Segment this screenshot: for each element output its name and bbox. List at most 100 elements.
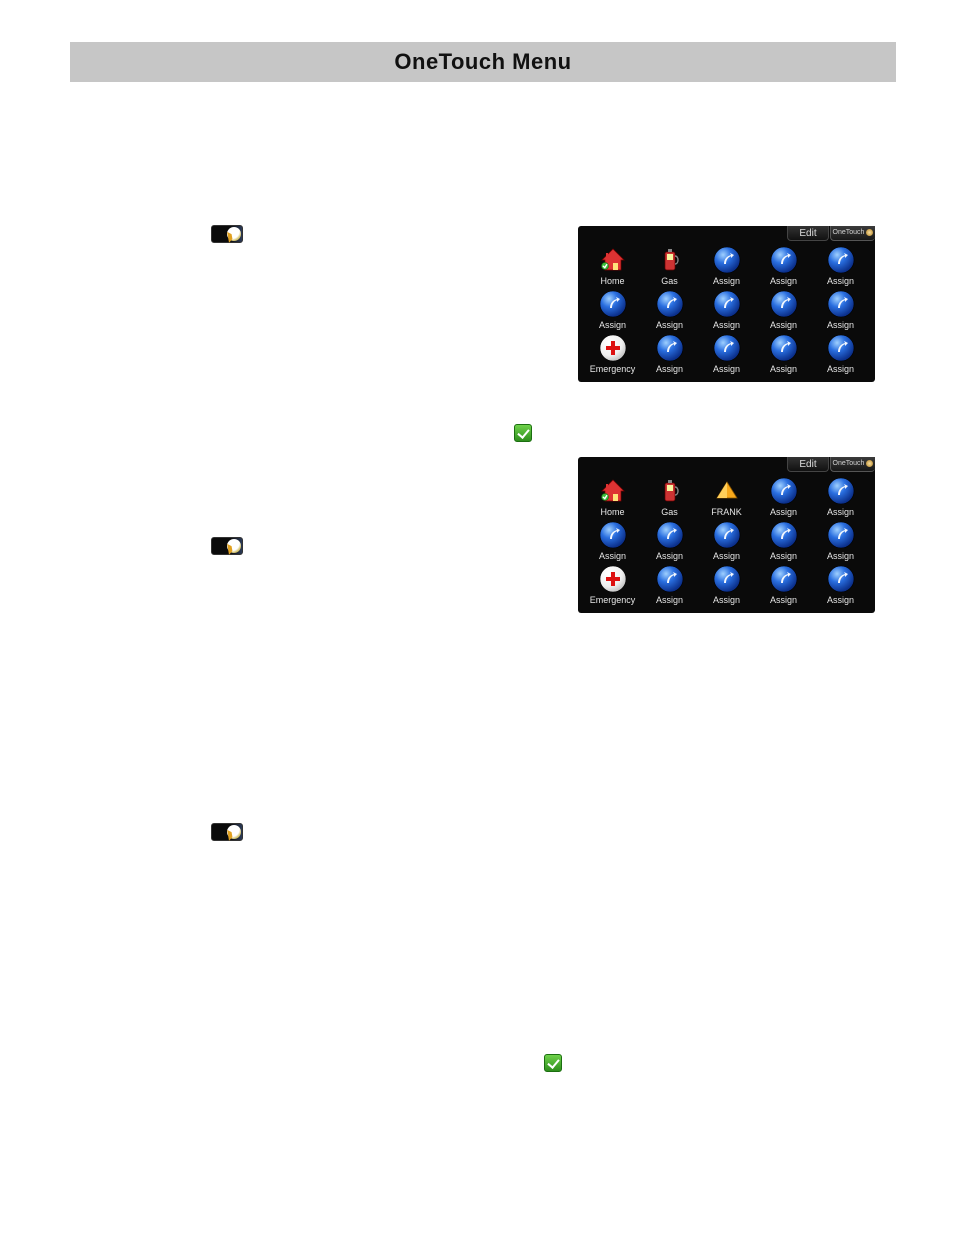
assign-icon xyxy=(770,521,798,549)
onetouch-mini-icon xyxy=(866,229,873,236)
assign-icon xyxy=(713,334,741,362)
assign-icon xyxy=(656,290,684,318)
grid-cell-label: Assign xyxy=(812,276,869,286)
device-top-bar: Edit OneTouch xyxy=(578,226,875,244)
grid-cell-label: Emergency xyxy=(584,595,641,605)
grid-cell-assign[interactable]: Assign xyxy=(755,477,812,517)
assign-icon xyxy=(770,334,798,362)
grid-cell-label: Assign xyxy=(755,364,812,374)
assign-icon xyxy=(827,521,855,549)
tab-onetouch-label: OneTouch xyxy=(833,229,865,236)
grid-cell-assign[interactable]: Assign xyxy=(641,334,698,374)
gas-icon xyxy=(656,477,684,505)
grid-cell-label: Assign xyxy=(812,507,869,517)
tab-edit[interactable]: Edit xyxy=(787,226,829,241)
frank-icon xyxy=(713,477,741,505)
grid-cell-assign[interactable]: Assign xyxy=(755,565,812,605)
grid-cell-assign[interactable]: Assign xyxy=(812,477,869,517)
assign-icon xyxy=(656,521,684,549)
grid-cell-emerg[interactable]: Emergency xyxy=(584,334,641,374)
grid-cell-label: Emergency xyxy=(584,364,641,374)
grid-cell-label: Assign xyxy=(755,595,812,605)
grid-cell-label: Assign xyxy=(584,551,641,561)
tab-onetouch[interactable]: OneTouch xyxy=(830,226,875,241)
device-top-bar: Edit OneTouch xyxy=(578,457,875,475)
assign-icon xyxy=(827,565,855,593)
emerg-icon xyxy=(599,334,627,362)
grid-cell-assign[interactable]: Assign xyxy=(755,290,812,330)
grid-cell-assign[interactable]: Assign xyxy=(641,521,698,561)
grid-cell-frank[interactable]: FRANK xyxy=(698,477,755,517)
gas-icon xyxy=(656,246,684,274)
home-icon xyxy=(599,246,627,274)
device-grid: Home Gas Assign Assign Assign Assign Ass… xyxy=(578,244,875,376)
grid-cell-assign[interactable]: Assign xyxy=(812,290,869,330)
grid-cell-label: Gas xyxy=(641,276,698,286)
grid-cell-assign[interactable]: Assign xyxy=(698,521,755,561)
grid-cell-home[interactable]: Home xyxy=(584,477,641,517)
tab-onetouch-label: OneTouch xyxy=(833,460,865,467)
grid-cell-assign[interactable]: Assign xyxy=(755,246,812,286)
grid-cell-label: Home xyxy=(584,507,641,517)
grid-cell-label: Assign xyxy=(698,551,755,561)
grid-cell-label: FRANK xyxy=(698,507,755,517)
assign-icon xyxy=(827,334,855,362)
grid-cell-label: Assign xyxy=(812,595,869,605)
grid-cell-home[interactable]: Home xyxy=(584,246,641,286)
grid-cell-label: Assign xyxy=(641,320,698,330)
onetouch-mini-icon xyxy=(866,460,873,467)
grid-cell-assign[interactable]: Assign xyxy=(812,334,869,374)
grid-cell-label: Assign xyxy=(698,276,755,286)
grid-cell-assign[interactable]: Assign xyxy=(641,565,698,605)
grid-cell-label: Assign xyxy=(698,320,755,330)
grid-cell-label: Assign xyxy=(755,551,812,561)
page-title: OneTouch Menu xyxy=(70,42,896,82)
assign-icon xyxy=(770,565,798,593)
assign-icon xyxy=(770,246,798,274)
grid-cell-assign[interactable]: Assign xyxy=(698,290,755,330)
grid-cell-label: Assign xyxy=(812,320,869,330)
grid-cell-assign[interactable]: Assign xyxy=(755,521,812,561)
device-grid: Home Gas FRANK Assign Assign Assign Assi… xyxy=(578,475,875,607)
grid-cell-assign[interactable]: Assign xyxy=(584,290,641,330)
grid-cell-assign[interactable]: Assign xyxy=(812,521,869,561)
grid-cell-assign[interactable]: Assign xyxy=(584,521,641,561)
grid-cell-label: Assign xyxy=(698,595,755,605)
grid-cell-assign[interactable]: Assign xyxy=(698,565,755,605)
assign-icon xyxy=(656,334,684,362)
grid-cell-label: Assign xyxy=(755,320,812,330)
device-screenshot-2: Edit OneTouch Home Gas FRANK Assign Assi… xyxy=(578,457,875,613)
grid-cell-label: Assign xyxy=(641,551,698,561)
grid-cell-label: Home xyxy=(584,276,641,286)
grid-cell-label: Gas xyxy=(641,507,698,517)
assign-icon xyxy=(713,521,741,549)
grid-cell-assign[interactable]: Assign xyxy=(812,565,869,605)
assign-icon xyxy=(713,290,741,318)
assign-icon xyxy=(827,477,855,505)
grid-cell-assign[interactable]: Assign xyxy=(812,246,869,286)
grid-cell-label: Assign xyxy=(641,364,698,374)
check-icon xyxy=(514,424,532,442)
grid-cell-label: Assign xyxy=(812,551,869,561)
grid-cell-label: Assign xyxy=(698,364,755,374)
grid-cell-label: Assign xyxy=(755,507,812,517)
grid-cell-gas[interactable]: Gas xyxy=(641,477,698,517)
assign-icon xyxy=(713,565,741,593)
assign-icon xyxy=(770,477,798,505)
tab-onetouch[interactable]: OneTouch xyxy=(830,457,875,472)
assign-icon xyxy=(599,521,627,549)
onetouch-icon xyxy=(211,823,243,841)
grid-cell-gas[interactable]: Gas xyxy=(641,246,698,286)
tab-edit[interactable]: Edit xyxy=(787,457,829,472)
assign-icon xyxy=(770,290,798,318)
grid-cell-assign[interactable]: Assign xyxy=(755,334,812,374)
device-screenshot-1: Edit OneTouch Home Gas Assign Assign Ass… xyxy=(578,226,875,382)
onetouch-icon xyxy=(211,537,243,555)
grid-cell-assign[interactable]: Assign xyxy=(641,290,698,330)
home-icon xyxy=(599,477,627,505)
grid-cell-assign[interactable]: Assign xyxy=(698,334,755,374)
assign-icon xyxy=(713,246,741,274)
grid-cell-assign[interactable]: Assign xyxy=(698,246,755,286)
assign-icon xyxy=(827,290,855,318)
grid-cell-emerg[interactable]: Emergency xyxy=(584,565,641,605)
